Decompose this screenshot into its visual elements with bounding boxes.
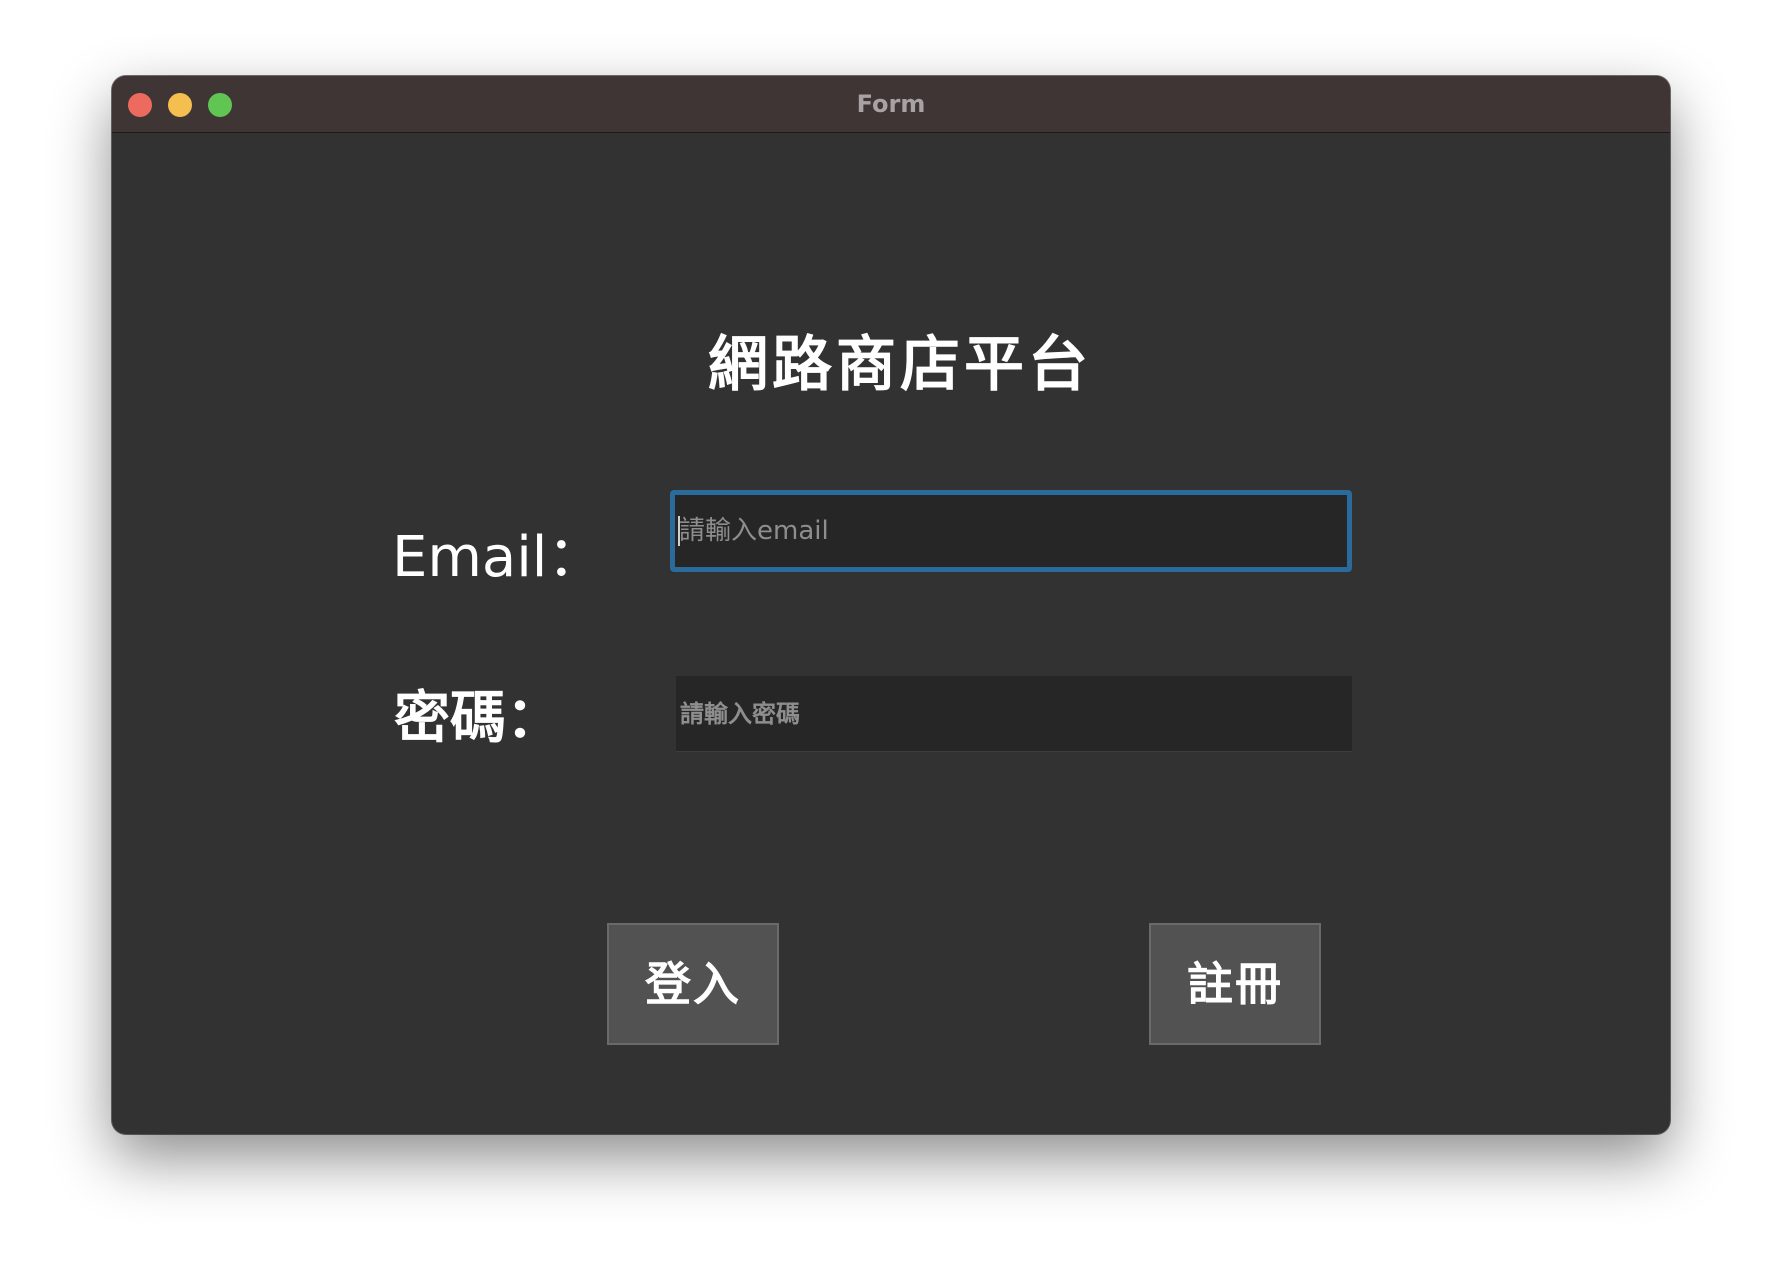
register-button[interactable]: 註冊	[1149, 923, 1321, 1045]
email-label: Email：	[392, 525, 604, 590]
password-label: 密碼：	[394, 686, 562, 751]
window-title: Form	[856, 90, 926, 118]
page-title: 網路商店平台	[708, 330, 1092, 400]
app-window: Form 網路商店平台 Email： 密碼： 登入 註冊	[112, 76, 1670, 1134]
title-bar[interactable]: Form	[112, 76, 1670, 133]
text-caret	[678, 516, 680, 546]
password-input[interactable]	[676, 676, 1352, 752]
email-input[interactable]	[670, 490, 1352, 572]
login-button[interactable]: 登入	[607, 923, 779, 1045]
